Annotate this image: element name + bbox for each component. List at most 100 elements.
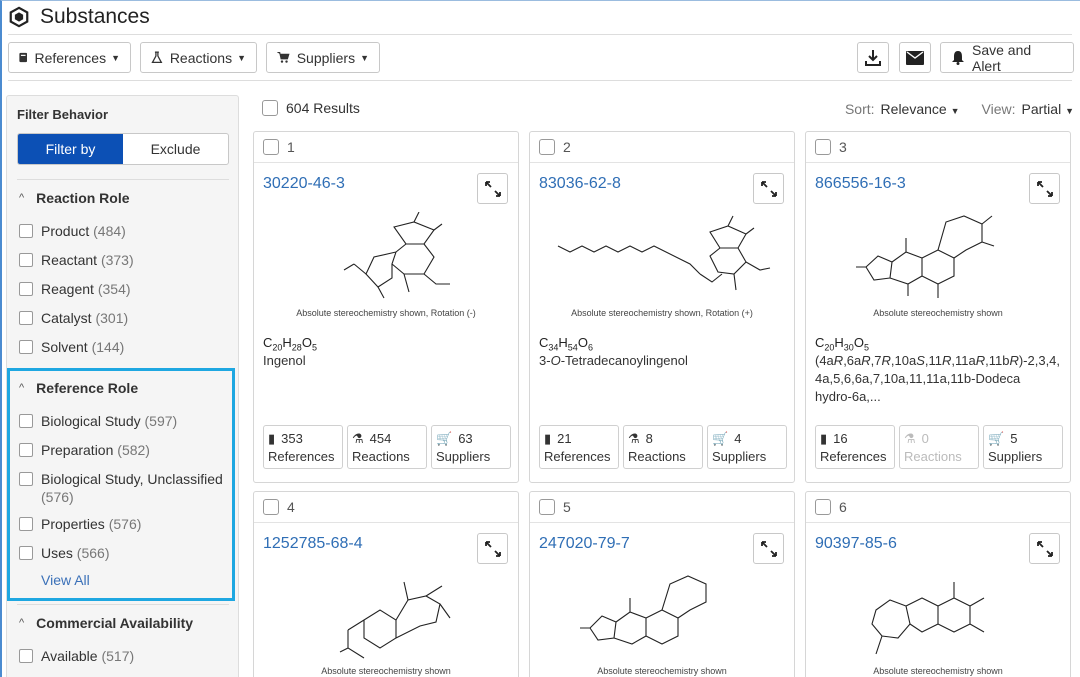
filter-item-product[interactable]: Product (484) — [19, 222, 224, 240]
card-header: 1 — [254, 132, 518, 163]
references-stat-button[interactable]: ▮ 21 References — [539, 425, 619, 469]
cas-number-link[interactable]: 90397-85-6 — [815, 535, 897, 553]
reactions-stat-button[interactable]: ⚗ 454 Reactions — [347, 425, 427, 469]
card-index: 4 — [287, 499, 295, 515]
suppliers-label: Suppliers — [296, 49, 356, 66]
expand-button[interactable] — [753, 173, 784, 204]
stereo-note: Absolute stereochemistry shown — [873, 308, 1003, 318]
suppliers-stat-button[interactable]: 🛒 5 Suppliers — [983, 425, 1063, 469]
checkbox[interactable] — [19, 517, 33, 531]
sidebar-divider — [17, 179, 229, 180]
cas-number-link[interactable]: 1252785-68-4 — [263, 535, 363, 553]
sort-dropdown[interactable]: Relevance ▼ — [881, 101, 960, 117]
checkbox[interactable] — [19, 311, 33, 325]
chemical-structure-image — [856, 215, 995, 298]
checkbox[interactable] — [19, 649, 33, 663]
cas-number-link[interactable]: 83036-62-8 — [539, 175, 621, 193]
expand-button[interactable] — [1029, 533, 1060, 564]
filter-item-catalyst[interactable]: Catalyst (301) — [19, 309, 224, 327]
filter-label: Reagent — [41, 281, 94, 297]
filter-item-preparation[interactable]: Preparation (582) — [19, 441, 224, 459]
card-stats: ▮ 16 References ⚗ 0 Reactions 🛒 5 Suppliers — [815, 425, 1063, 469]
chemical-structure-image — [557, 215, 771, 291]
checkbox[interactable] — [19, 340, 33, 354]
chevron-up-icon: ^ — [19, 617, 25, 629]
cas-number-link[interactable]: 247020-79-7 — [539, 535, 630, 553]
reaction-role-header[interactable]: ^ Reaction Role — [19, 190, 130, 206]
exclude-button[interactable]: Exclude — [123, 134, 228, 164]
filter-count: (484) — [93, 223, 126, 239]
card-checkbox[interactable] — [263, 139, 279, 155]
checkbox[interactable] — [19, 414, 33, 428]
molecular-formula: C20H30O5 — [815, 335, 869, 353]
cart-icon: 🛒 — [436, 431, 453, 446]
card-checkbox[interactable] — [539, 139, 555, 155]
checkbox[interactable] — [19, 253, 33, 267]
card-stats: ▮ 353 References ⚗ 454 Reactions 🛒 63 Supplier… — [263, 425, 511, 469]
card-checkbox[interactable] — [815, 139, 831, 155]
references-label: References — [34, 49, 107, 66]
chevron-up-icon: ^ — [19, 192, 25, 204]
substance-card: 1 30220-46-3 Absolute stereochemistry sh… — [253, 131, 519, 483]
filter-count: (373) — [100, 252, 134, 268]
cas-number-link[interactable]: 30220-46-3 — [263, 175, 345, 193]
molecular-formula: C34H54O6 — [539, 335, 593, 353]
filter-label: Solvent — [41, 339, 88, 355]
references-stat-button[interactable]: ▮ 353 References — [263, 425, 343, 469]
reactions-dropdown-button[interactable]: Reactions ▼ — [140, 42, 257, 73]
download-button[interactable] — [857, 42, 889, 73]
expand-button[interactable] — [477, 533, 508, 564]
suppliers-dropdown-button[interactable]: Suppliers ▼ — [266, 42, 380, 73]
sort-view-bar: Sort: Relevance ▼ View: Partial ▼ — [845, 101, 1074, 117]
checkbox[interactable] — [19, 224, 33, 238]
filter-count: (582) — [117, 442, 150, 458]
expand-button[interactable] — [1029, 173, 1060, 204]
commercial-availability-header[interactable]: ^ Commercial Availability — [19, 615, 193, 631]
expand-button[interactable] — [753, 533, 784, 564]
substance-card: 2 83036-62-8 Absolute stereochemistry sh… — [529, 131, 795, 483]
reactions-label: Reactions — [169, 49, 233, 66]
suppliers-stat-button[interactable]: 🛒 63 Suppliers — [431, 425, 511, 469]
filter-item-biological-study-unclassified[interactable]: Biological Study, Unclassified (576) — [19, 470, 224, 506]
references-stat-button[interactable]: ▮ 16 References — [815, 425, 895, 469]
checkbox[interactable] — [19, 443, 33, 457]
card-checkbox[interactable] — [263, 499, 279, 515]
filter-item-solvent[interactable]: Solvent (144) — [19, 338, 224, 356]
filter-item-biological-study[interactable]: Biological Study (597) — [19, 412, 224, 430]
results-count: 604 Results — [286, 100, 360, 116]
email-button[interactable] — [899, 42, 931, 73]
filter-label: Biological Study, Unclassified — [41, 471, 223, 487]
references-dropdown-button[interactable]: References ▼ — [8, 42, 131, 73]
filter-item-properties[interactable]: Properties (576) — [19, 515, 224, 533]
filter-item-reactant[interactable]: Reactant (373) — [19, 251, 224, 269]
checkbox[interactable] — [19, 282, 33, 296]
checkbox[interactable] — [19, 546, 33, 560]
card-checkbox[interactable] — [815, 499, 831, 515]
bell-icon — [951, 51, 964, 65]
save-and-alert-button[interactable]: Save and Alert — [940, 42, 1074, 74]
filter-behavior-title: Filter Behavior — [17, 107, 109, 122]
reactions-stat-button: ⚗ 0 Reactions — [899, 425, 979, 469]
reactions-stat-button[interactable]: ⚗ 8 Reactions — [623, 425, 703, 469]
filter-count: (354) — [97, 281, 131, 297]
view-dropdown[interactable]: Partial ▼ — [1022, 101, 1075, 117]
view-all-link[interactable]: View All — [41, 572, 90, 588]
reference-role-header[interactable]: ^ Reference Role — [19, 380, 138, 396]
suppliers-stat-button[interactable]: 🛒 4 Suppliers — [707, 425, 787, 469]
sort-value: Relevance — [880, 101, 947, 117]
card-stats: ▮ 21 References ⚗ 8 Reactions 🛒 4 Suppliers — [539, 425, 787, 469]
flask-icon: ⚗ — [352, 431, 364, 446]
card-checkbox[interactable] — [539, 499, 555, 515]
cas-number-link[interactable]: 866556-16-3 — [815, 175, 906, 193]
filter-by-button[interactable]: Filter by — [18, 134, 123, 164]
expand-button[interactable] — [477, 173, 508, 204]
select-all-checkbox[interactable] — [262, 100, 278, 116]
checkbox[interactable] — [19, 472, 33, 486]
filter-item-reagent[interactable]: Reagent (354) — [19, 280, 224, 298]
filter-item-available[interactable]: Available (517) — [19, 647, 224, 665]
filter-item-uses[interactable]: Uses (566) — [19, 544, 224, 562]
card-header: 4 — [254, 492, 518, 523]
sidebar-divider — [17, 604, 229, 605]
caret-down-icon: ▼ — [950, 106, 960, 116]
substance-card: 5 247020-79-7 Absolute stereochemistry s… — [529, 491, 795, 677]
